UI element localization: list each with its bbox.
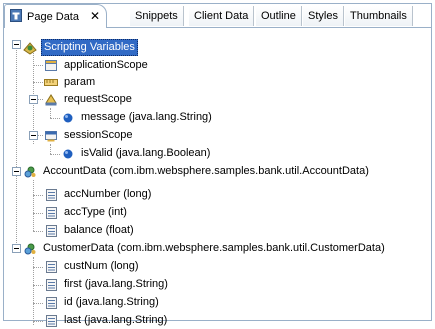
field-icon [46,207,57,219]
tab-styles[interactable]: Styles [303,6,344,26]
tree-label: accNumber (long) [64,188,152,200]
session-scope-icon [45,131,57,142]
tree-label: message (java.lang.String) [81,111,212,123]
page-data-view: Page Data ✕ Snippets Client Data Outline… [3,3,432,327]
tree-label: param [64,76,96,88]
tab-outline[interactable]: Outline [256,6,302,26]
field-icon [46,297,57,309]
page-data-icon [10,9,22,22]
tab-label: Styles [308,10,338,22]
field-icon [46,279,57,291]
tab-label: Thumbnails [350,10,407,22]
tree-label: applicationScope [64,59,148,71]
collapse-toggle[interactable] [12,244,21,253]
field-icon [46,261,57,273]
param-icon [44,79,58,86]
java-bean-icon [24,243,36,255]
tab-thumbnails[interactable]: Thumbnails [345,6,413,26]
tree-label: custNum (long) [64,260,139,272]
page-data-tree: Scripting Variables applicationScope par… [4,28,431,327]
tree-label: sessionScope [64,129,133,141]
tree-label: balance (float) [64,224,134,236]
bean-property-dot-icon [63,149,73,159]
tab-label: Client Data [194,10,249,22]
tab-page-data[interactable]: Page Data ✕ [4,4,108,28]
collapse-toggle[interactable] [29,131,38,140]
tab-client-data[interactable]: Client Data [189,6,255,26]
tab-label: Outline [261,10,296,22]
collapse-toggle[interactable] [12,40,21,49]
request-scope-icon [45,94,57,106]
tab-label: Page Data [27,11,79,23]
tree-label: accType (int) [64,206,127,218]
tree-label: id (java.lang.String) [64,296,159,308]
close-icon[interactable]: ✕ [90,9,100,23]
collapse-toggle[interactable] [12,167,21,176]
tree-label: isValid (java.lang.Boolean) [81,147,211,159]
field-icon [46,225,57,237]
tree-label: Scripting Variables [41,39,138,56]
tab-snippets[interactable]: Snippets [130,6,184,26]
bean-property-dot-icon [63,113,73,123]
field-icon [46,189,57,201]
field-icon [46,315,57,327]
tree-label: CustomerData (com.ibm.websphere.samples.… [43,242,385,254]
scripting-variables-icon [23,42,37,55]
tab-label: Snippets [135,10,178,22]
tree-label: first (java.lang.String) [64,278,168,290]
application-scope-icon [45,60,57,71]
collapse-toggle[interactable] [29,95,38,104]
tree-label: requestScope [64,93,132,105]
view-tab-bar: Page Data ✕ Snippets Client Data Outline… [4,4,431,28]
tree-label: AccountData (com.ibm.websphere.samples.b… [43,165,369,177]
tree-label: last (java.lang.String) [64,314,168,326]
java-bean-icon [24,166,36,178]
